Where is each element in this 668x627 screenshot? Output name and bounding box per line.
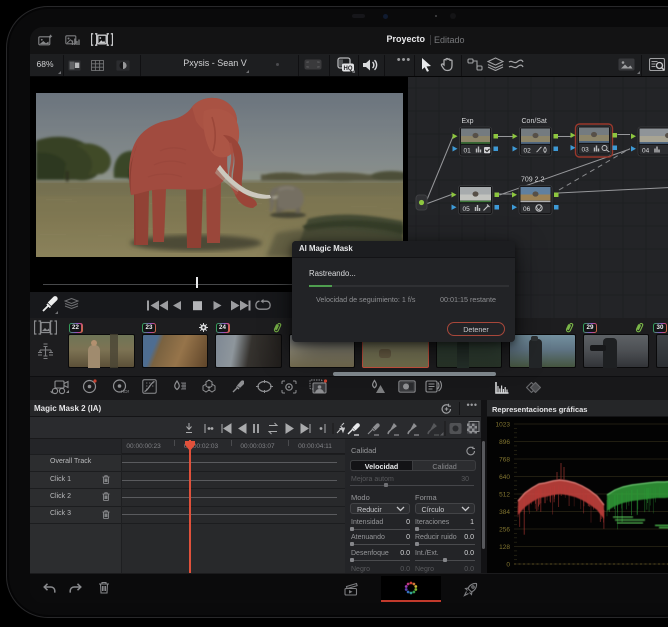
svg-text:01: 01: [464, 148, 472, 155]
svg-text:0: 0: [506, 562, 510, 569]
svg-text:02: 02: [524, 148, 532, 155]
svg-text:768: 768: [499, 457, 510, 464]
svg-text:512: 512: [499, 492, 510, 499]
svg-text:709 2.2: 709 2.2: [521, 177, 544, 184]
svg-text:HDR: HDR: [121, 389, 129, 394]
svg-text:05: 05: [463, 206, 471, 213]
svg-text:06: 06: [523, 206, 531, 213]
svg-text:1023: 1023: [496, 422, 511, 429]
svg-text:384: 384: [499, 509, 510, 516]
svg-text:Con/Sat: Con/Sat: [522, 118, 547, 125]
svg-text:640: 640: [499, 474, 510, 481]
svg-text:896: 896: [499, 439, 510, 446]
svg-text:128: 128: [499, 544, 510, 551]
svg-text:03: 03: [582, 147, 590, 154]
svg-text:04: 04: [642, 148, 650, 155]
svg-text:Exp: Exp: [462, 118, 474, 125]
svg-text:256: 256: [499, 527, 510, 534]
